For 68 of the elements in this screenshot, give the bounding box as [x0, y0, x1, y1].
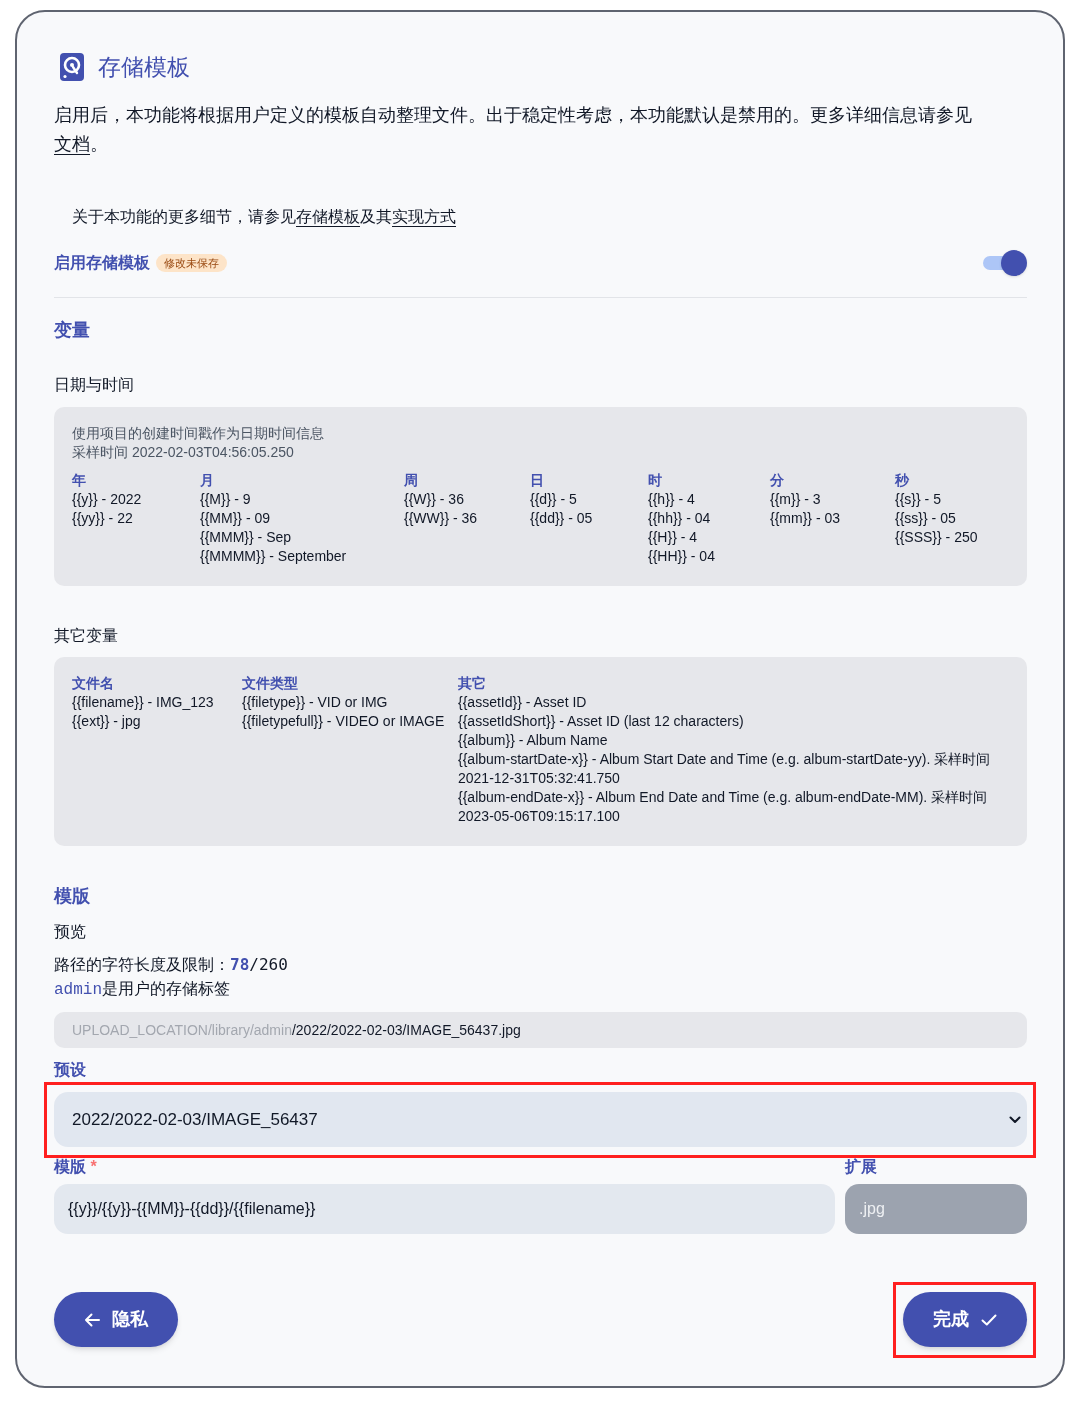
check-icon	[981, 1313, 997, 1326]
storage-label-text: admin是用户的存储标签	[54, 979, 230, 1001]
column-heading: 其它	[458, 674, 486, 693]
variable-text: {{assetId}} - Asset ID	[458, 693, 588, 712]
extension-label: 扩展	[845, 1157, 877, 1177]
variable-text: {{d}} - 5	[530, 490, 578, 509]
variable-text: {{HH}} - 04	[648, 547, 716, 566]
subsection-heading: 日期与时间	[54, 375, 134, 395]
section-heading: 模版	[54, 885, 90, 908]
inline-link[interactable]: 文档	[54, 134, 90, 154]
toggle-switch[interactable]	[981, 250, 1027, 276]
variable-text: {{dd}} - 05	[530, 509, 594, 528]
variable-text: {{album-endDate-x}} - Album End Date and Time (e.g. album-endDate-MM). 采样时间 2023-05-06T09:15:17.100	[458, 788, 989, 826]
variable-text: {{mm}} - 03	[770, 509, 842, 528]
variable-text: {{album}} - Album Name	[458, 731, 609, 750]
section-heading: 变量	[54, 319, 90, 342]
variable-text: {{album-startDate-x}} - Album Start Date and Time (e.g. album-startDate-yy). 采样时间 2021-12-31T05:32:41.750	[458, 750, 992, 788]
variable-text: {{yy}} - 22	[72, 509, 134, 528]
variable-text: {{s}} - 5	[895, 490, 942, 509]
variable-text: {{filetypefull}} - VIDEO or IMAGE	[242, 712, 446, 731]
column-heading: 周	[404, 471, 418, 490]
variable-text: {{M}} - 9	[200, 490, 252, 509]
variable-text: {{MMMM}} - September	[200, 547, 348, 566]
variable-text: {{WW}} - 36	[404, 509, 479, 528]
variable-text: {{SSS}} - 250	[895, 528, 979, 547]
inline-link[interactable]: 实现方式	[392, 208, 456, 225]
variable-text: {{h}} - 4	[648, 490, 696, 509]
unsaved-badge: 修改未保存	[156, 254, 227, 272]
variable-text: {{ss}} - 05	[895, 509, 957, 528]
preset-label: 预设	[54, 1060, 86, 1080]
template-label: 模版 *	[54, 1157, 97, 1177]
details-text: 关于本功能的更多细节，请参见存储模板及其实现方式	[72, 207, 456, 227]
arrow-left-icon	[84, 1312, 100, 1327]
path-length-text: 路径的字符长度及限制：78/260	[54, 954, 288, 976]
column-heading: 秒	[895, 471, 909, 490]
inline-link[interactable]: 存储模板	[296, 208, 360, 225]
enable-label: 启用存储模板	[54, 253, 150, 273]
variable-text: {{MMM}} - Sep	[200, 528, 293, 547]
variable-text: {{assetIdShort}} - Asset ID (last 12 characters)	[458, 712, 745, 731]
variable-text: {{m}} - 3	[770, 490, 822, 509]
variable-text: {{MM}} - 09	[200, 509, 272, 528]
path-text: /2022/2022-02-03/IMAGE_56437.jpg	[291, 1020, 521, 1040]
column-heading: 文件类型	[242, 674, 298, 693]
variable-text: {{W}} - 36	[404, 490, 465, 509]
variable-text: {{H}} - 4	[648, 528, 699, 547]
variable-text: {{y}} - 2022	[72, 490, 143, 509]
preset-select[interactable]: 2022/2022-02-03/IMAGE_56437	[54, 1092, 1027, 1147]
description-text: 使用项目的创建时间戳作为日期时间信息	[72, 424, 325, 443]
path-prefix-text: UPLOAD_LOCATION/library/admin	[72, 1020, 292, 1040]
subsection-heading: 其它变量	[54, 626, 118, 646]
back-button[interactable]: 隐私	[54, 1292, 178, 1347]
column-heading: 日	[530, 471, 544, 490]
column-heading: 年	[72, 471, 86, 490]
variable-text: {{filetype}} - VID or IMG	[242, 693, 389, 712]
template-input[interactable]: {{y}}/{{y}}-{{MM}}-{{dd}}/{{filename}}	[54, 1184, 835, 1234]
variable-text: {{filename}} - IMG_123	[72, 693, 215, 712]
column-heading: 分	[770, 471, 784, 490]
intro-text: 启用后，本功能将根据用户定义的模板自动整理文件。出于稳定性考虑，本功能默认是禁用的。更多详细信息请参见 文档。	[54, 104, 973, 156]
column-heading: 月	[200, 471, 214, 490]
variable-text: {{hh}} - 04	[648, 509, 712, 528]
chevron-down-icon	[1009, 1115, 1021, 1124]
page-title: 存储模板	[98, 53, 190, 81]
column-heading: 文件名	[72, 674, 114, 693]
preview-label: 预览	[54, 922, 86, 942]
done-button[interactable]: 完成	[903, 1292, 1027, 1347]
column-heading: 时	[648, 471, 662, 490]
sample-time-text: 采样时间 2022-02-03T04:56:05.250	[72, 443, 295, 462]
variable-text: {{ext}} - jpg	[72, 712, 142, 731]
